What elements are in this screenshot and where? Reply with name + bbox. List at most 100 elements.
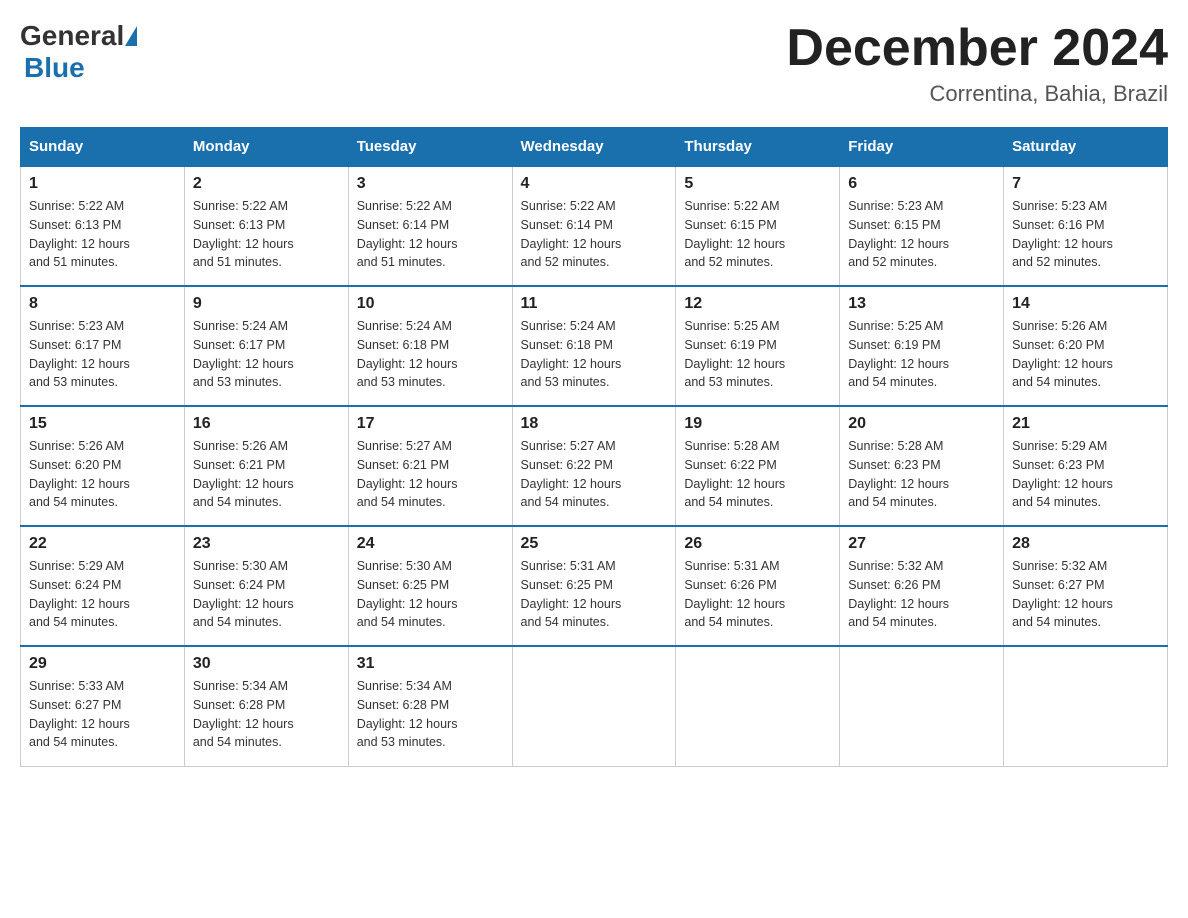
day-info: Sunrise: 5:32 AMSunset: 6:26 PMDaylight:… bbox=[848, 559, 949, 629]
day-number: 13 bbox=[848, 295, 995, 313]
calendar-cell: 11 Sunrise: 5:24 AMSunset: 6:18 PMDaylig… bbox=[512, 286, 676, 406]
calendar-cell: 20 Sunrise: 5:28 AMSunset: 6:23 PMDaylig… bbox=[840, 406, 1004, 526]
day-info: Sunrise: 5:22 AMSunset: 6:14 PMDaylight:… bbox=[521, 199, 622, 269]
day-number: 14 bbox=[1012, 295, 1159, 313]
calendar-cell: 31 Sunrise: 5:34 AMSunset: 6:28 PMDaylig… bbox=[348, 646, 512, 766]
day-info: Sunrise: 5:26 AMSunset: 6:20 PMDaylight:… bbox=[29, 439, 130, 509]
calendar-cell bbox=[1004, 646, 1168, 766]
column-header-monday: Monday bbox=[184, 128, 348, 167]
day-number: 8 bbox=[29, 295, 176, 313]
calendar-cell: 23 Sunrise: 5:30 AMSunset: 6:24 PMDaylig… bbox=[184, 526, 348, 646]
calendar-cell: 27 Sunrise: 5:32 AMSunset: 6:26 PMDaylig… bbox=[840, 526, 1004, 646]
day-number: 5 bbox=[684, 175, 831, 193]
calendar-cell: 28 Sunrise: 5:32 AMSunset: 6:27 PMDaylig… bbox=[1004, 526, 1168, 646]
day-number: 26 bbox=[684, 535, 831, 553]
calendar-cell: 16 Sunrise: 5:26 AMSunset: 6:21 PMDaylig… bbox=[184, 406, 348, 526]
column-header-tuesday: Tuesday bbox=[348, 128, 512, 167]
calendar-cell: 22 Sunrise: 5:29 AMSunset: 6:24 PMDaylig… bbox=[21, 526, 185, 646]
day-number: 4 bbox=[521, 175, 668, 193]
day-number: 31 bbox=[357, 655, 504, 673]
calendar-cell: 26 Sunrise: 5:31 AMSunset: 6:26 PMDaylig… bbox=[676, 526, 840, 646]
day-info: Sunrise: 5:25 AMSunset: 6:19 PMDaylight:… bbox=[848, 319, 949, 389]
day-number: 3 bbox=[357, 175, 504, 193]
day-info: Sunrise: 5:24 AMSunset: 6:18 PMDaylight:… bbox=[521, 319, 622, 389]
calendar-cell: 21 Sunrise: 5:29 AMSunset: 6:23 PMDaylig… bbox=[1004, 406, 1168, 526]
calendar-cell: 4 Sunrise: 5:22 AMSunset: 6:14 PMDayligh… bbox=[512, 166, 676, 286]
column-header-saturday: Saturday bbox=[1004, 128, 1168, 167]
calendar-cell: 8 Sunrise: 5:23 AMSunset: 6:17 PMDayligh… bbox=[21, 286, 185, 406]
calendar-table: SundayMondayTuesdayWednesdayThursdayFrid… bbox=[20, 127, 1168, 767]
day-info: Sunrise: 5:26 AMSunset: 6:20 PMDaylight:… bbox=[1012, 319, 1113, 389]
logo-general-text: General bbox=[20, 20, 124, 52]
calendar-cell: 2 Sunrise: 5:22 AMSunset: 6:13 PMDayligh… bbox=[184, 166, 348, 286]
day-info: Sunrise: 5:33 AMSunset: 6:27 PMDaylight:… bbox=[29, 679, 130, 749]
day-info: Sunrise: 5:28 AMSunset: 6:22 PMDaylight:… bbox=[684, 439, 785, 509]
day-number: 24 bbox=[357, 535, 504, 553]
logo-triangle-icon bbox=[125, 26, 137, 46]
day-number: 20 bbox=[848, 415, 995, 433]
calendar-cell: 13 Sunrise: 5:25 AMSunset: 6:19 PMDaylig… bbox=[840, 286, 1004, 406]
calendar-cell: 30 Sunrise: 5:34 AMSunset: 6:28 PMDaylig… bbox=[184, 646, 348, 766]
day-number: 10 bbox=[357, 295, 504, 313]
day-info: Sunrise: 5:24 AMSunset: 6:18 PMDaylight:… bbox=[357, 319, 458, 389]
calendar-cell: 15 Sunrise: 5:26 AMSunset: 6:20 PMDaylig… bbox=[21, 406, 185, 526]
day-info: Sunrise: 5:23 AMSunset: 6:15 PMDaylight:… bbox=[848, 199, 949, 269]
location: Correntina, Bahia, Brazil bbox=[786, 81, 1168, 107]
day-number: 21 bbox=[1012, 415, 1159, 433]
calendar-cell: 24 Sunrise: 5:30 AMSunset: 6:25 PMDaylig… bbox=[348, 526, 512, 646]
calendar-cell: 5 Sunrise: 5:22 AMSunset: 6:15 PMDayligh… bbox=[676, 166, 840, 286]
page-header: General Blue December 2024 Correntina, B… bbox=[20, 20, 1168, 107]
day-number: 29 bbox=[29, 655, 176, 673]
calendar-cell: 14 Sunrise: 5:26 AMSunset: 6:20 PMDaylig… bbox=[1004, 286, 1168, 406]
calendar-cell bbox=[676, 646, 840, 766]
calendar-cell bbox=[512, 646, 676, 766]
calendar-cell bbox=[840, 646, 1004, 766]
calendar-cell: 3 Sunrise: 5:22 AMSunset: 6:14 PMDayligh… bbox=[348, 166, 512, 286]
day-info: Sunrise: 5:23 AMSunset: 6:16 PMDaylight:… bbox=[1012, 199, 1113, 269]
day-number: 2 bbox=[193, 175, 340, 193]
day-number: 30 bbox=[193, 655, 340, 673]
day-info: Sunrise: 5:25 AMSunset: 6:19 PMDaylight:… bbox=[684, 319, 785, 389]
calendar-cell: 1 Sunrise: 5:22 AMSunset: 6:13 PMDayligh… bbox=[21, 166, 185, 286]
calendar-cell: 29 Sunrise: 5:33 AMSunset: 6:27 PMDaylig… bbox=[21, 646, 185, 766]
day-info: Sunrise: 5:24 AMSunset: 6:17 PMDaylight:… bbox=[193, 319, 294, 389]
day-number: 23 bbox=[193, 535, 340, 553]
calendar-header-row: SundayMondayTuesdayWednesdayThursdayFrid… bbox=[21, 128, 1168, 167]
day-number: 17 bbox=[357, 415, 504, 433]
day-number: 18 bbox=[521, 415, 668, 433]
day-number: 15 bbox=[29, 415, 176, 433]
day-number: 12 bbox=[684, 295, 831, 313]
column-header-friday: Friday bbox=[840, 128, 1004, 167]
day-info: Sunrise: 5:22 AMSunset: 6:15 PMDaylight:… bbox=[684, 199, 785, 269]
day-info: Sunrise: 5:30 AMSunset: 6:24 PMDaylight:… bbox=[193, 559, 294, 629]
day-info: Sunrise: 5:32 AMSunset: 6:27 PMDaylight:… bbox=[1012, 559, 1113, 629]
calendar-week-2: 8 Sunrise: 5:23 AMSunset: 6:17 PMDayligh… bbox=[21, 286, 1168, 406]
calendar-cell: 10 Sunrise: 5:24 AMSunset: 6:18 PMDaylig… bbox=[348, 286, 512, 406]
calendar-week-3: 15 Sunrise: 5:26 AMSunset: 6:20 PMDaylig… bbox=[21, 406, 1168, 526]
day-info: Sunrise: 5:31 AMSunset: 6:25 PMDaylight:… bbox=[521, 559, 622, 629]
day-info: Sunrise: 5:29 AMSunset: 6:23 PMDaylight:… bbox=[1012, 439, 1113, 509]
month-title: December 2024 bbox=[786, 20, 1168, 77]
calendar-cell: 25 Sunrise: 5:31 AMSunset: 6:25 PMDaylig… bbox=[512, 526, 676, 646]
column-header-sunday: Sunday bbox=[21, 128, 185, 167]
day-info: Sunrise: 5:23 AMSunset: 6:17 PMDaylight:… bbox=[29, 319, 130, 389]
day-number: 9 bbox=[193, 295, 340, 313]
day-info: Sunrise: 5:22 AMSunset: 6:13 PMDaylight:… bbox=[193, 199, 294, 269]
day-info: Sunrise: 5:29 AMSunset: 6:24 PMDaylight:… bbox=[29, 559, 130, 629]
day-info: Sunrise: 5:27 AMSunset: 6:22 PMDaylight:… bbox=[521, 439, 622, 509]
calendar-week-5: 29 Sunrise: 5:33 AMSunset: 6:27 PMDaylig… bbox=[21, 646, 1168, 766]
day-info: Sunrise: 5:34 AMSunset: 6:28 PMDaylight:… bbox=[193, 679, 294, 749]
calendar-cell: 19 Sunrise: 5:28 AMSunset: 6:22 PMDaylig… bbox=[676, 406, 840, 526]
logo-blue-text: Blue bbox=[24, 52, 85, 84]
calendar-cell: 18 Sunrise: 5:27 AMSunset: 6:22 PMDaylig… bbox=[512, 406, 676, 526]
day-info: Sunrise: 5:31 AMSunset: 6:26 PMDaylight:… bbox=[684, 559, 785, 629]
title-block: December 2024 Correntina, Bahia, Brazil bbox=[786, 20, 1168, 107]
day-number: 27 bbox=[848, 535, 995, 553]
day-info: Sunrise: 5:27 AMSunset: 6:21 PMDaylight:… bbox=[357, 439, 458, 509]
day-number: 6 bbox=[848, 175, 995, 193]
calendar-cell: 17 Sunrise: 5:27 AMSunset: 6:21 PMDaylig… bbox=[348, 406, 512, 526]
calendar-cell: 6 Sunrise: 5:23 AMSunset: 6:15 PMDayligh… bbox=[840, 166, 1004, 286]
column-header-wednesday: Wednesday bbox=[512, 128, 676, 167]
day-info: Sunrise: 5:22 AMSunset: 6:14 PMDaylight:… bbox=[357, 199, 458, 269]
calendar-week-1: 1 Sunrise: 5:22 AMSunset: 6:13 PMDayligh… bbox=[21, 166, 1168, 286]
